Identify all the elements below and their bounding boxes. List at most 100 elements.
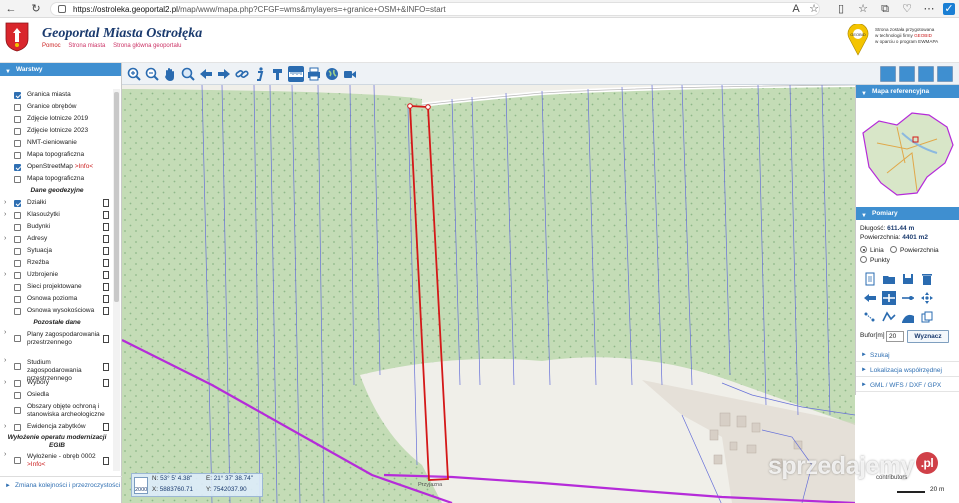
layer-item[interactable]: Osnowa wysokościowa [0, 305, 114, 317]
layer-checkbox[interactable] [14, 236, 21, 243]
layers-panel-header[interactable]: ▼ Warstwy [0, 63, 121, 76]
layer-item[interactable]: › Plany zagospodarowania przestrzennego [0, 329, 114, 357]
compute-buffer-button[interactable]: Wyznacz [907, 330, 949, 343]
arrow-left-icon[interactable] [863, 291, 877, 305]
globe-icon[interactable] [324, 66, 340, 82]
expand-arrow-icon[interactable]: › [4, 233, 6, 245]
layer-checkbox[interactable] [14, 116, 21, 123]
layer-checkbox[interactable] [14, 363, 21, 370]
layer-item[interactable]: › Klasoużytki [0, 209, 114, 221]
video-camera-icon[interactable] [342, 66, 358, 82]
expand-arrow-icon[interactable]: › [4, 377, 6, 389]
layer-checkbox[interactable] [14, 296, 21, 303]
layer-item[interactable]: Obszary objęte ochroną i stanowiska arch… [0, 401, 114, 421]
zoom-in-icon[interactable] [126, 66, 142, 82]
city-crest-logo[interactable] [5, 22, 29, 52]
move-vertex-icon[interactable] [920, 291, 934, 305]
legend-document-icon[interactable] [103, 283, 109, 291]
layer-item[interactable]: Budynki [0, 221, 114, 233]
zoom-out-icon[interactable] [144, 66, 160, 82]
layer-checkbox[interactable] [14, 308, 21, 315]
back-icon[interactable]: ← [5, 3, 17, 15]
favorites-icon[interactable]: ☆ [857, 3, 869, 15]
legend-document-icon[interactable] [103, 379, 109, 387]
legend-document-icon[interactable] [103, 247, 109, 255]
layer-checkbox[interactable] [14, 176, 21, 183]
mode-area-option[interactable]: Powierzchnia [890, 246, 939, 254]
layer-checkbox[interactable] [14, 335, 21, 342]
legend-document-icon[interactable] [103, 223, 109, 231]
site-info-icon[interactable] [58, 5, 66, 13]
layer-checkbox[interactable] [14, 104, 21, 111]
layer-checkbox[interactable] [14, 200, 21, 207]
layer-list-scrollbar[interactable] [113, 89, 120, 471]
layer-item[interactable]: › Uzbrojenie [0, 269, 114, 281]
legend-document-icon[interactable] [103, 335, 109, 343]
layer-item[interactable]: Mapa topograficzna [0, 149, 114, 161]
layer-item[interactable]: Granice obrębów [0, 101, 114, 113]
layer-item[interactable]: › Adresy [0, 233, 114, 245]
new-document-icon[interactable] [863, 272, 877, 286]
legend-document-icon[interactable] [103, 307, 109, 315]
mode-points-option[interactable]: Punkty [860, 256, 890, 264]
gml-wfs-section[interactable]: ► GML / WFS / DXF / GPX [856, 379, 959, 392]
reload-icon[interactable]: ↻ [30, 3, 42, 15]
object-info-icon[interactable] [270, 66, 286, 82]
save-icon[interactable] [901, 272, 915, 286]
previous-view-icon[interactable] [198, 66, 214, 82]
layer-checkbox[interactable] [14, 424, 21, 431]
layer-checkbox[interactable] [14, 272, 21, 279]
curve-icon[interactable] [901, 310, 915, 324]
link-icon[interactable] [234, 66, 250, 82]
legend-document-icon[interactable] [103, 423, 109, 431]
address-bar[interactable]: https://ostroleka.geoportal2.pl/map/www/… [50, 2, 820, 16]
read-aloud-icon[interactable]: A [790, 3, 802, 15]
legend-document-icon[interactable] [103, 259, 109, 267]
layer-item[interactable]: NMT-cieniowanie [0, 137, 114, 149]
layer-item[interactable]: › Studium zagospodarowania przestrzennego [0, 357, 114, 382]
open-folder-icon[interactable] [882, 272, 896, 286]
coordinate-location-section[interactable]: ► Lokalizacja współrzędnej [856, 364, 959, 377]
layer-checkbox[interactable] [14, 392, 21, 399]
expand-arrow-icon[interactable]: › [4, 421, 6, 433]
scroll-thumb[interactable] [114, 92, 119, 302]
layout-right-icon[interactable] [937, 66, 953, 82]
layer-checkbox[interactable] [14, 164, 21, 171]
info-icon[interactable] [252, 66, 268, 82]
search-section[interactable]: ► Szukaj [856, 349, 959, 362]
extensions-icon[interactable]: ♡ [901, 3, 913, 15]
expand-arrow-icon[interactable]: › [4, 209, 6, 221]
legend-document-icon[interactable] [103, 271, 109, 279]
measurement-header[interactable]: ▼ Pomiary [856, 207, 959, 220]
measure-ruler-icon[interactable] [288, 66, 304, 82]
legend-document-icon[interactable] [103, 363, 109, 371]
collections-icon[interactable]: ⧉ [879, 3, 891, 15]
expand-arrow-icon[interactable]: › [4, 269, 6, 281]
legend-document-icon[interactable] [103, 211, 109, 219]
expand-arrow-icon[interactable]: › [4, 197, 6, 209]
reference-map-header[interactable]: ▼ Mapa referencyjna [856, 85, 959, 98]
reference-minimap[interactable] [857, 103, 959, 201]
info-link[interactable]: >Info< [27, 461, 45, 468]
polyline-icon[interactable] [882, 310, 896, 324]
more-menu-icon[interactable]: ⋯ [923, 3, 935, 15]
add-vertex-icon[interactable] [882, 291, 896, 305]
mode-line-option[interactable]: Linia [860, 246, 884, 254]
layer-checkbox[interactable] [14, 260, 21, 267]
snap-points-icon[interactable] [863, 310, 877, 324]
copilot-icon[interactable]: ✓ [943, 3, 955, 15]
print-icon[interactable] [306, 66, 322, 82]
layer-item[interactable]: Osiedla [0, 389, 114, 401]
layout-left-icon[interactable] [899, 66, 915, 82]
layer-checkbox[interactable] [14, 224, 21, 231]
layer-item[interactable]: › Wyłożenie - obręb 0002 >Info< [0, 451, 114, 471]
layer-checkbox[interactable] [14, 212, 21, 219]
remove-vertex-icon[interactable] [901, 291, 915, 305]
layer-order-link[interactable]: ► Zmiana kolejności i przezroczystości [0, 476, 122, 503]
legend-document-icon[interactable] [103, 199, 109, 207]
zoom-box-icon[interactable] [180, 66, 196, 82]
layer-item[interactable]: Sieci projektowane [0, 281, 114, 293]
layer-item[interactable]: Sytuacja [0, 245, 114, 257]
layout-top-icon[interactable] [880, 66, 896, 82]
geoportal-home-link[interactable]: Strona główna geoportalu [113, 43, 181, 49]
